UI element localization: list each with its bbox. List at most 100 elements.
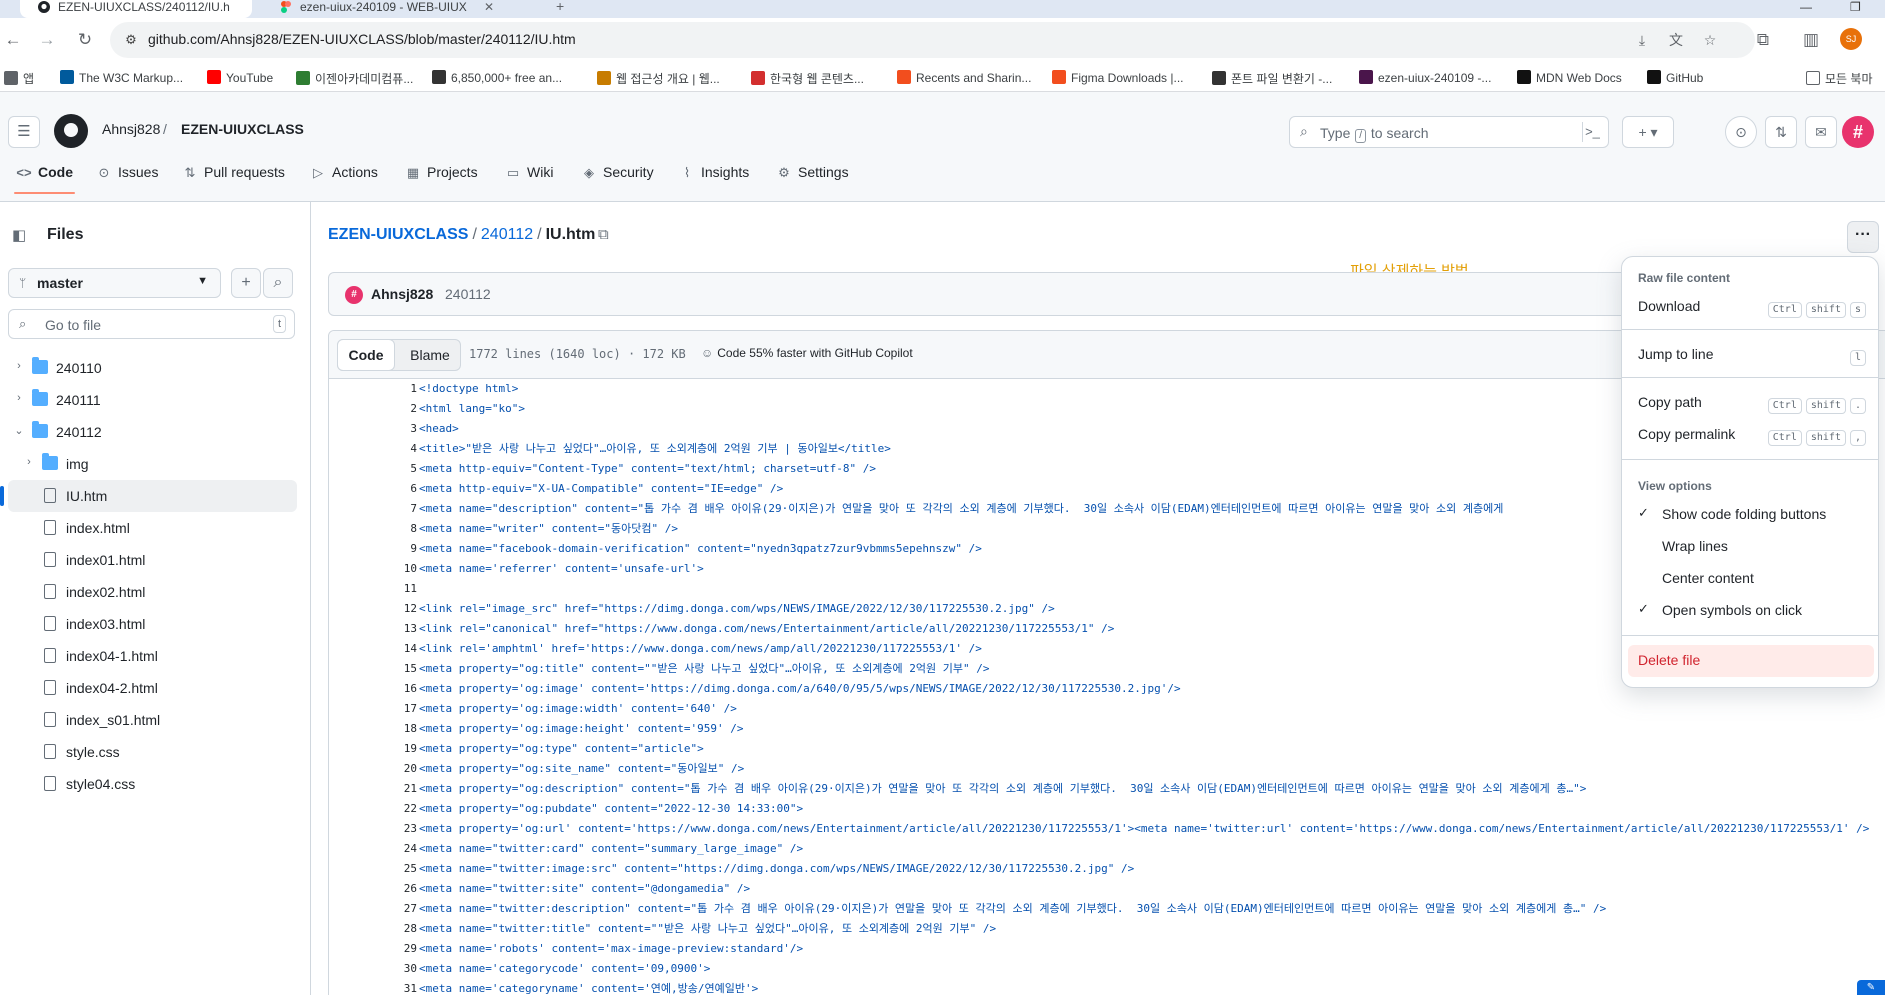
- add-file-button[interactable]: +: [231, 268, 261, 298]
- bookmark-item[interactable]: 6,850,000+ free an...: [432, 70, 562, 85]
- tree-folder[interactable]: › img: [0, 448, 311, 480]
- line-number[interactable]: 8: [329, 519, 417, 539]
- tree-file[interactable]: index03.html: [0, 608, 311, 640]
- copy-permalink-menu-item[interactable]: Copy permalink Ctrl shift,: [1628, 419, 1874, 451]
- line-number[interactable]: 11: [329, 579, 417, 599]
- more-options-button[interactable]: ···: [1847, 221, 1879, 253]
- tab-pull-requests[interactable]: ⇅ Pull requests: [182, 162, 285, 194]
- tree-file[interactable]: index.html: [0, 512, 311, 544]
- download-menu-item[interactable]: Download Ctrl shift s: [1628, 291, 1874, 323]
- tree-file[interactable]: style.css: [0, 736, 311, 768]
- view-option-item[interactable]: Wrap lines: [1628, 531, 1874, 563]
- tree-folder[interactable]: ⌄ 240112: [0, 416, 311, 448]
- tree-file[interactable]: IU.htm: [0, 480, 297, 512]
- tab-projects[interactable]: ▦ Projects: [405, 162, 478, 194]
- bookmark-item[interactable]: 폰트 파일 변환기 -...: [1212, 70, 1332, 87]
- profile-avatar[interactable]: SJ: [1840, 28, 1862, 50]
- line-number[interactable]: 20: [329, 759, 417, 779]
- tab-issues[interactable]: ⊙ Issues: [96, 162, 159, 194]
- line-number[interactable]: 13: [329, 619, 417, 639]
- create-new-button[interactable]: + ▾: [1622, 116, 1674, 148]
- commit-author[interactable]: Ahnsj828: [371, 286, 433, 302]
- line-number[interactable]: 2: [329, 399, 417, 419]
- line-number[interactable]: 29: [329, 939, 417, 959]
- line-number[interactable]: 17: [329, 699, 417, 719]
- site-info-icon[interactable]: ⚙: [122, 31, 140, 49]
- code-view-button[interactable]: Code: [337, 339, 395, 371]
- tab-actions[interactable]: ▷ Actions: [310, 162, 378, 194]
- line-number[interactable]: 7: [329, 499, 417, 519]
- search-files-button[interactable]: ⌕: [263, 268, 293, 298]
- line-number[interactable]: 14: [329, 639, 417, 659]
- line-number[interactable]: 24: [329, 839, 417, 859]
- tree-folder[interactable]: › 240111: [0, 384, 311, 416]
- tree-file[interactable]: style04.css: [0, 768, 311, 800]
- line-number[interactable]: 9: [329, 539, 417, 559]
- feedback-icon[interactable]: ✎: [1857, 980, 1885, 995]
- bookmark-star-icon[interactable]: ☆: [1701, 31, 1719, 49]
- chevron-right-icon[interactable]: ›: [24, 456, 34, 468]
- bookmark-item[interactable]: The W3C Markup...: [60, 70, 183, 85]
- copy-path-icon[interactable]: ⧉: [598, 226, 609, 243]
- view-option-item[interactable]: Center content: [1628, 563, 1874, 595]
- pull-requests-icon[interactable]: ⇅: [1765, 116, 1797, 148]
- reload-icon[interactable]: ↻: [74, 29, 96, 51]
- issues-icon[interactable]: ⊙: [1725, 116, 1757, 148]
- tree-file[interactable]: index_s01.html: [0, 704, 311, 736]
- bookmark-item[interactable]: GitHub: [1647, 70, 1703, 85]
- tab-settings[interactable]: ⚙ Settings: [776, 162, 848, 194]
- copy-path-menu-item[interactable]: Copy path Ctrl shift.: [1628, 387, 1874, 419]
- jump-to-line-menu-item[interactable]: Jump to line l: [1628, 339, 1874, 371]
- line-number[interactable]: 6: [329, 479, 417, 499]
- repo-name-link[interactable]: EZEN-UIUXCLASS: [181, 121, 304, 137]
- line-number[interactable]: 19: [329, 739, 417, 759]
- breadcrumb-folder-link[interactable]: 240112: [481, 226, 533, 243]
- line-number[interactable]: 15: [329, 659, 417, 679]
- hamburger-menu-icon[interactable]: ☰: [8, 116, 40, 148]
- repo-owner-link[interactable]: Ahnsj828: [102, 121, 160, 137]
- command-palette-icon[interactable]: >_: [1582, 122, 1602, 142]
- line-number[interactable]: 3: [329, 419, 417, 439]
- browser-tab[interactable]: ezen-uiux-240109 - WEB-UIUX ✕: [262, 0, 502, 18]
- github-logo-icon[interactable]: [54, 114, 88, 148]
- line-number[interactable]: 1: [329, 379, 417, 399]
- bookmark-item[interactable]: 한국형 웹 콘텐츠...: [751, 70, 864, 87]
- line-number[interactable]: 21: [329, 779, 417, 799]
- back-icon[interactable]: ←: [2, 29, 24, 51]
- go-to-file-input[interactable]: ⌕ Go to file t: [8, 309, 295, 339]
- line-number[interactable]: 16: [329, 679, 417, 699]
- tab-wiki[interactable]: ▭ Wiki: [505, 162, 554, 194]
- tree-file[interactable]: index02.html: [0, 576, 311, 608]
- translate-icon[interactable]: 文: [1667, 31, 1685, 49]
- minimize-icon[interactable]: —: [1800, 0, 1812, 14]
- bookmark-item[interactable]: YouTube: [207, 70, 273, 85]
- line-number[interactable]: 18: [329, 719, 417, 739]
- collapse-sidebar-icon[interactable]: ◧: [12, 226, 26, 244]
- commit-avatar[interactable]: #: [345, 286, 363, 304]
- inbox-icon[interactable]: ✉: [1805, 116, 1837, 148]
- tab-security[interactable]: ◈ Security: [581, 162, 654, 194]
- line-number[interactable]: 12: [329, 599, 417, 619]
- browser-tab-active[interactable]: EZEN-UIUXCLASS/240112/IU.h: [20, 0, 252, 18]
- address-bar[interactable]: ⚙ github.com/Ahnsj828/EZEN-UIUXCLASS/blo…: [110, 22, 1755, 58]
- line-number[interactable]: 30: [329, 959, 417, 979]
- close-icon[interactable]: ✕: [484, 0, 494, 14]
- chevron-right-icon[interactable]: ›: [14, 360, 24, 372]
- all-bookmarks-folder[interactable]: 모든 북마: [1806, 70, 1873, 87]
- bookmark-item[interactable]: Recents and Sharin...: [897, 70, 1031, 85]
- line-number[interactable]: 27: [329, 899, 417, 919]
- bookmark-item[interactable]: 이젠아카데미컴퓨...: [296, 70, 413, 87]
- line-number[interactable]: 10: [329, 559, 417, 579]
- line-number[interactable]: 31: [329, 979, 417, 995]
- copilot-promo[interactable]: ☺ Code 55% faster with GitHub Copilot: [701, 346, 913, 360]
- view-option-item[interactable]: ✓ Show code folding buttons: [1628, 499, 1874, 531]
- tree-folder[interactable]: › 240110: [0, 352, 311, 384]
- install-app-icon[interactable]: ⤓: [1633, 31, 1651, 49]
- view-option-item[interactable]: ✓ Open symbols on click: [1628, 595, 1874, 627]
- user-avatar[interactable]: #: [1842, 116, 1874, 148]
- bookmark-item[interactable]: ezen-uiux-240109 -...: [1359, 70, 1491, 85]
- tab-code[interactable]: <> Code: [14, 162, 75, 194]
- line-number[interactable]: 5: [329, 459, 417, 479]
- bookmark-item[interactable]: MDN Web Docs: [1517, 70, 1622, 85]
- extensions-icon[interactable]: ⧉: [1752, 29, 1774, 51]
